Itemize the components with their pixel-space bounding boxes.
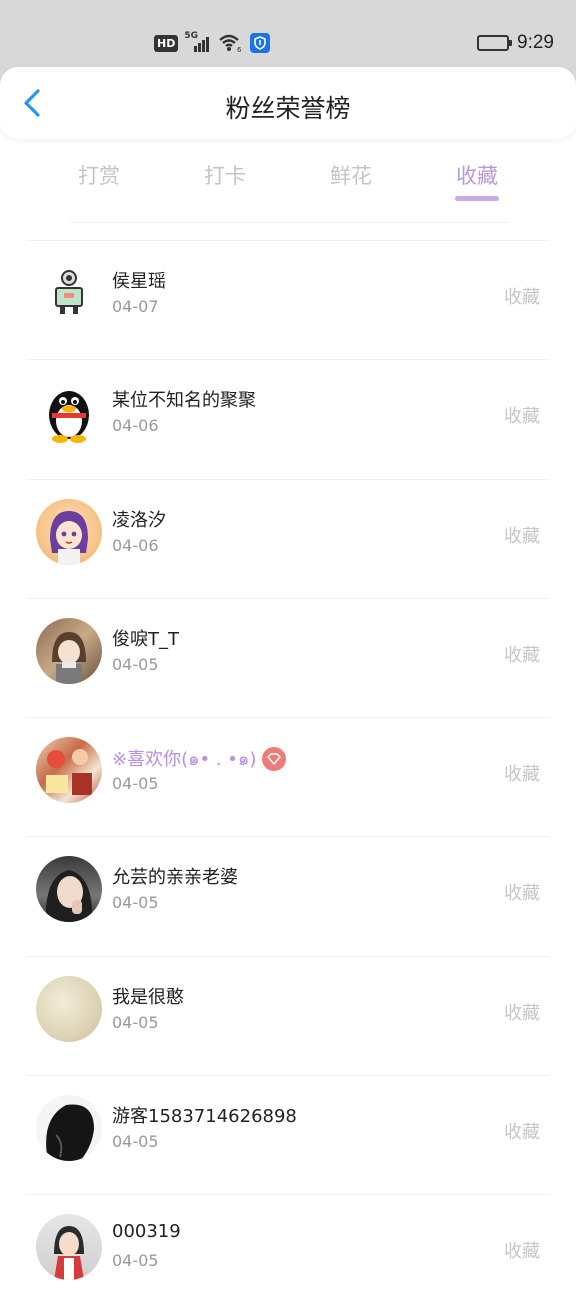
list-item[interactable]: 我是很憨 04-05 收藏 <box>26 955 550 1075</box>
fan-date: 04-05 <box>112 774 159 794</box>
avatar <box>36 737 102 804</box>
fan-name: 某位不知名的聚聚 <box>112 390 256 412</box>
list-item[interactable]: ※喜欢你(๑• . •๑) 04-05 收藏 <box>26 717 550 836</box>
avatar <box>36 856 102 923</box>
list-item[interactable]: 游客1583714626898 04-05 收藏 <box>26 1075 550 1194</box>
avatar <box>36 379 102 446</box>
cellular-signal-icon: 5G <box>184 31 212 53</box>
favorite-label: 收藏 <box>504 1002 540 1024</box>
fan-name: 000319 <box>112 1221 181 1243</box>
tab-checkin[interactable]: 打卡 <box>185 160 265 190</box>
fan-date: 04-05 <box>112 1251 159 1271</box>
fan-name: ※喜欢你(๑• . •๑) <box>112 749 257 771</box>
list-item[interactable]: 允芸的亲亲老婆 04-05 收藏 <box>26 836 550 955</box>
favorite-label: 收藏 <box>504 525 540 547</box>
favorite-label: 收藏 <box>504 1241 540 1263</box>
fan-name: 凌洛汐 <box>112 509 166 531</box>
tab-bar: 打赏 打卡 鲜花 收藏 <box>0 150 576 210</box>
fan-name: 允芸的亲亲老婆 <box>112 867 238 889</box>
list-item[interactable]: 某位不知名的聚聚 04-06 收藏 <box>26 359 550 478</box>
avatar <box>36 1214 102 1281</box>
hd-badge: HD <box>154 34 179 52</box>
page-title: 粉丝荣誉榜 <box>225 94 351 123</box>
fan-date: 04-05 <box>112 654 159 674</box>
status-indicators: HD 5G 6 <box>154 30 271 56</box>
fan-name-vip: ※喜欢你(๑• . •๑) <box>112 744 287 773</box>
avatar <box>36 1095 102 1162</box>
fan-name: 俊唳T_T <box>112 628 179 650</box>
favorite-label: 收藏 <box>504 764 540 786</box>
fan-date: 04-05 <box>112 1012 159 1032</box>
security-shield-icon <box>250 33 271 53</box>
avatar <box>36 498 102 565</box>
svg-text:6: 6 <box>237 46 242 53</box>
fan-date: 04-06 <box>112 535 159 555</box>
fan-list: 侯星瑶 04-07 收藏 某位不知名的聚聚 04-06 收藏 凌洛汐 04-06… <box>0 240 576 1314</box>
fan-name: 游客1583714626898 <box>112 1106 297 1128</box>
wifi-icon: 6 <box>219 34 242 53</box>
status-right: 9:29 <box>477 30 554 56</box>
favorite-label: 收藏 <box>504 883 540 905</box>
divider <box>70 222 510 223</box>
clock: 9:29 <box>517 32 554 53</box>
list-item[interactable]: 000319 04-05 收藏 <box>26 1194 550 1313</box>
avatar <box>36 260 102 326</box>
battery-icon <box>477 35 513 51</box>
list-item[interactable]: 侯星瑶 04-07 收藏 <box>26 240 550 359</box>
list-item[interactable]: 俊唳T_T 04-05 收藏 <box>26 597 550 717</box>
fan-date: 04-06 <box>112 416 159 436</box>
favorite-label: 收藏 <box>504 644 540 666</box>
avatar <box>36 975 102 1042</box>
fan-date: 04-05 <box>112 1132 159 1152</box>
list-item[interactable]: 凌洛汐 04-06 收藏 <box>26 478 550 598</box>
favorite-label: 收藏 <box>504 1122 540 1144</box>
favorite-label: 收藏 <box>504 287 540 308</box>
fan-date: 04-07 <box>112 297 159 316</box>
vip-diamond-icon <box>262 746 287 771</box>
favorite-label: 收藏 <box>504 406 540 428</box>
tab-favorites[interactable]: 收藏 <box>437 160 517 190</box>
tab-flowers[interactable]: 鲜花 <box>311 160 391 190</box>
network-type-label: 5G <box>184 31 198 41</box>
header-bar: 粉丝荣誉榜 <box>0 67 576 139</box>
active-tab-indicator <box>455 196 499 201</box>
fan-name: 我是很憨 <box>112 986 184 1008</box>
tab-tips[interactable]: 打赏 <box>59 160 139 190</box>
fan-date: 04-05 <box>112 893 159 913</box>
avatar <box>36 617 102 684</box>
fan-name: 侯星瑶 <box>112 271 166 292</box>
